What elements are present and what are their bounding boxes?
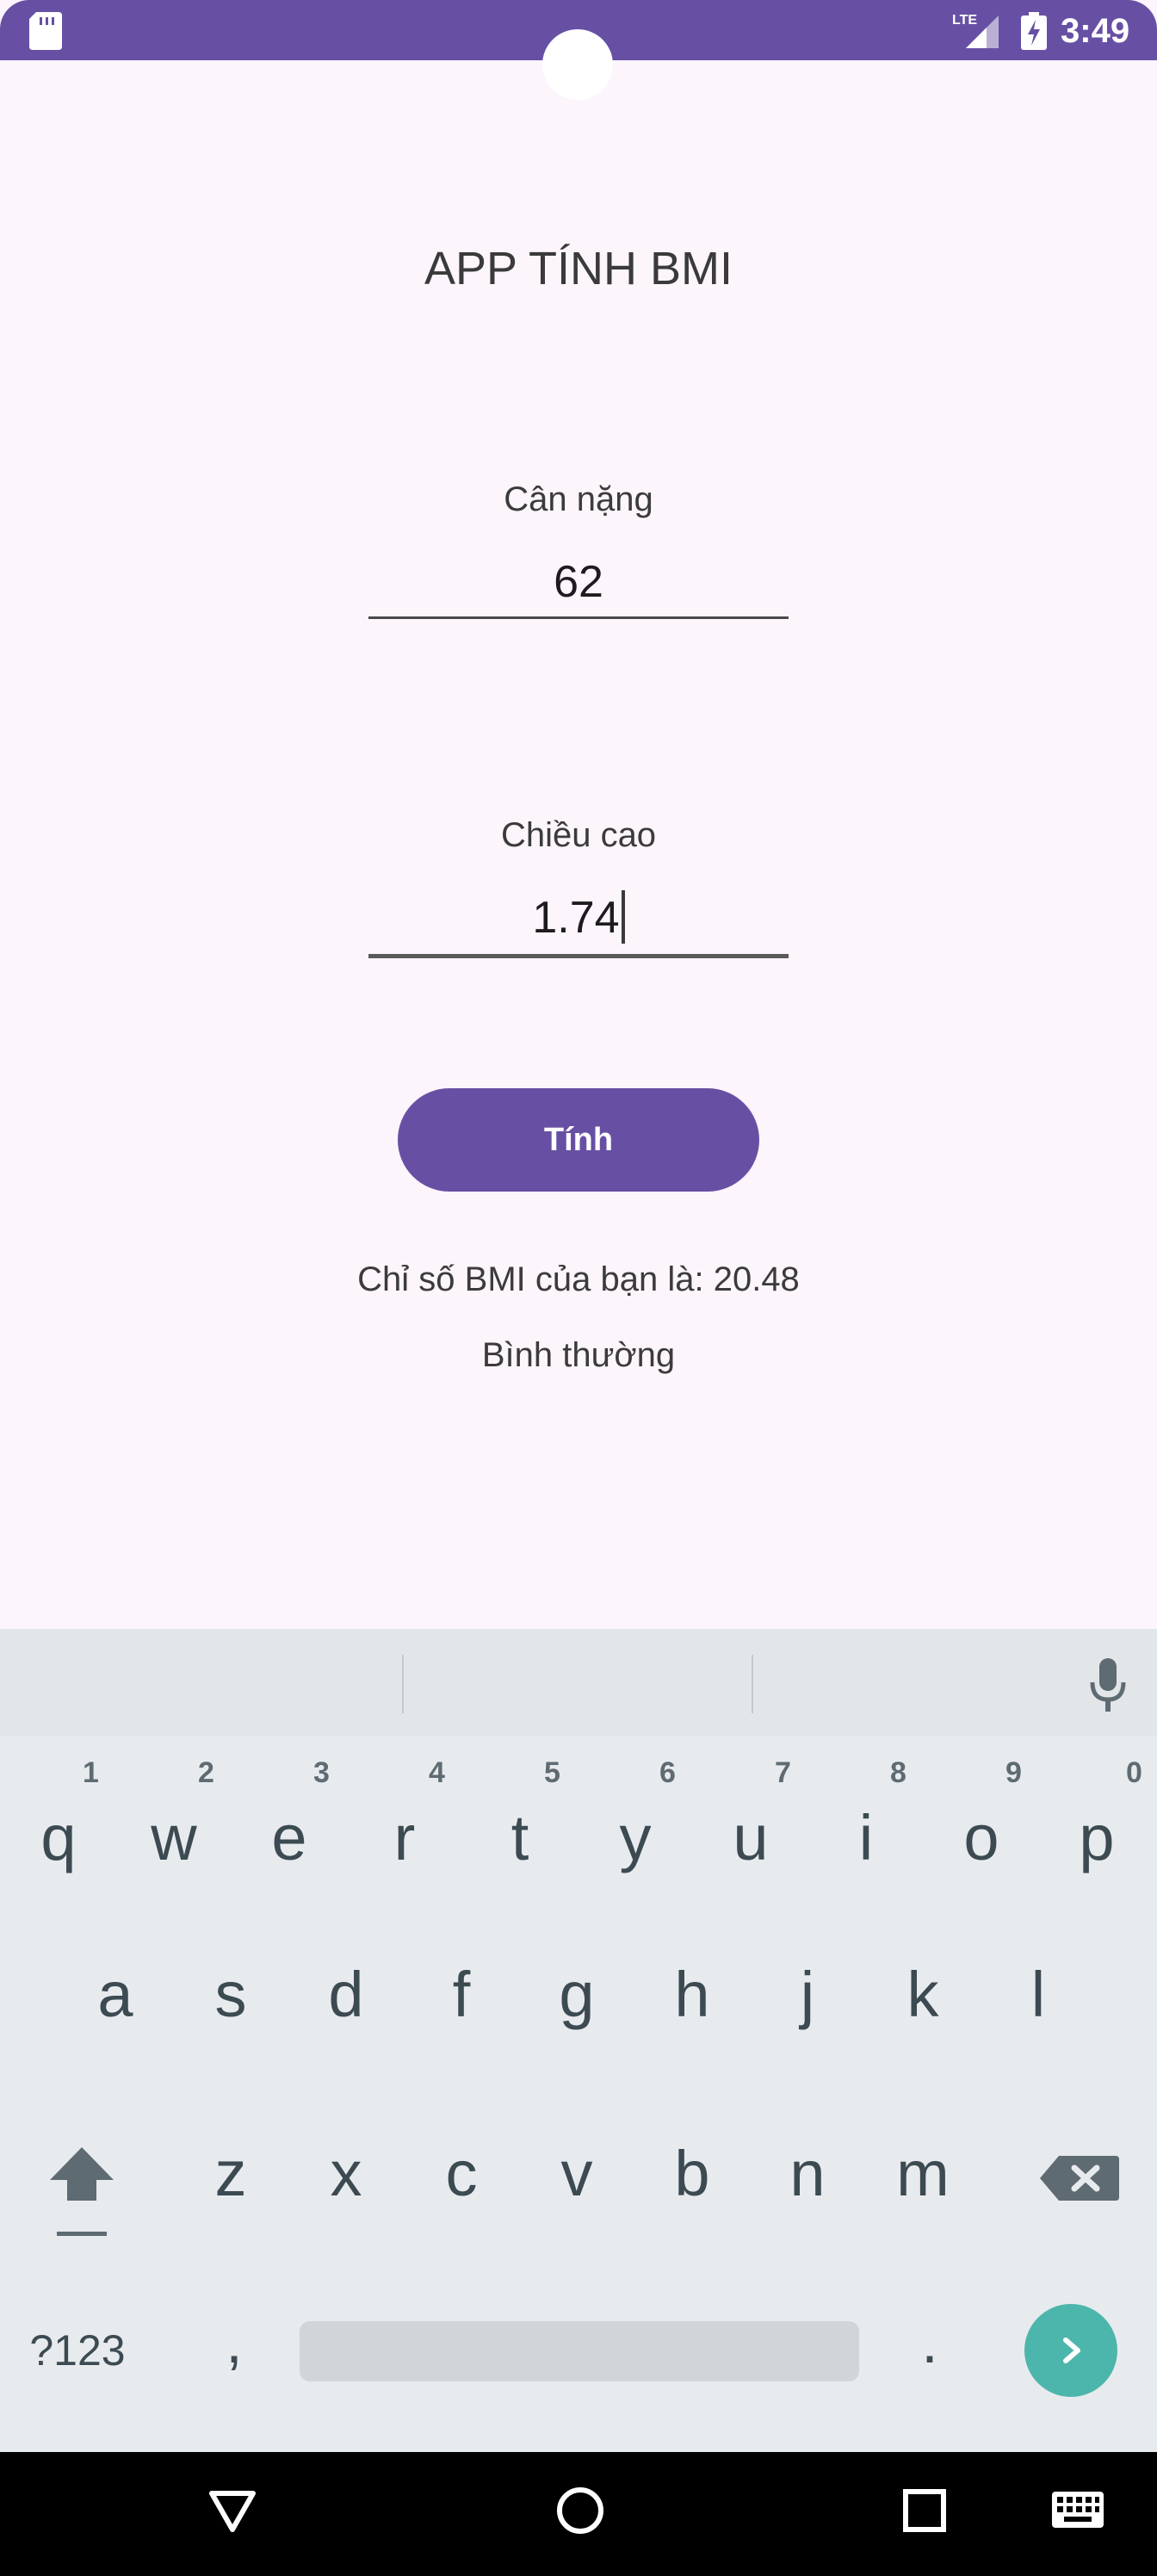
key-label: a (97, 1959, 133, 2030)
key-y[interactable]: 6 y (592, 1756, 678, 1903)
keyboard-switch-icon[interactable] (1050, 2490, 1105, 2533)
text-cursor (621, 890, 625, 944)
network-type-label: LTE (952, 13, 977, 28)
key-label: p (1079, 1802, 1115, 1873)
key-a[interactable]: a (72, 1956, 158, 2051)
status-clock: 3:49 (1061, 12, 1130, 50)
key-label: s (214, 1959, 247, 2030)
battery-charging-icon (1021, 12, 1047, 50)
key-d[interactable]: d (303, 1956, 389, 2051)
key-label: j (800, 1959, 815, 2030)
key-label: g (559, 1959, 595, 2030)
key-label: q (40, 1802, 77, 1873)
key-k[interactable]: k (880, 1956, 966, 2051)
key-label: x (330, 2138, 362, 2209)
key-label: o (963, 1802, 999, 1873)
key-hint: 9 (1005, 1756, 1022, 1789)
key-label: i (858, 1802, 874, 1873)
key-hint: 4 (429, 1756, 445, 1789)
key-hint: 3 (313, 1756, 330, 1789)
suggestion-divider (752, 1655, 753, 1713)
page-title: APP TÍNH BMI (424, 243, 733, 294)
key-t[interactable]: 5 t (477, 1756, 563, 1903)
shift-key[interactable] (34, 2135, 129, 2247)
key-i[interactable]: 8 i (823, 1756, 909, 1903)
bmi-result-text: Chỉ số BMI của bạn là: 20.48 (357, 1260, 800, 1298)
height-value: 1.74 (532, 893, 620, 943)
key-hint: 8 (890, 1756, 906, 1789)
weight-input[interactable]: 62 (368, 548, 789, 619)
space-key[interactable] (300, 2321, 859, 2381)
home-icon[interactable] (554, 2485, 606, 2536)
recents-icon[interactable] (899, 2485, 950, 2536)
comma-key[interactable]: , (191, 2307, 277, 2393)
key-f[interactable]: f (418, 1956, 504, 2051)
key-u[interactable]: 7 u (708, 1756, 794, 1903)
key-hint: 7 (775, 1756, 791, 1789)
signal-icon: LTE (952, 13, 999, 48)
enter-arrow-icon (1063, 2338, 1080, 2363)
key-l[interactable]: l (995, 1956, 1081, 2051)
key-n[interactable]: n (764, 2135, 851, 2230)
key-label: t (510, 1802, 529, 1873)
key-g[interactable]: g (534, 1956, 620, 2051)
key-p[interactable]: 0 p (1054, 1756, 1142, 1903)
weight-value: 62 (554, 557, 603, 607)
key-o[interactable]: 9 o (938, 1756, 1024, 1903)
key-hint: 5 (544, 1756, 560, 1789)
key-label: h (674, 1959, 710, 2030)
key-w[interactable]: 2 w (131, 1756, 217, 1903)
key-b[interactable]: b (649, 2135, 735, 2230)
key-label: d (328, 1959, 364, 2030)
camera-cutout (542, 29, 613, 100)
sd-card-icon (29, 12, 62, 50)
key-m[interactable]: m (880, 2135, 966, 2230)
key-hint: 2 (198, 1756, 214, 1789)
key-label: l (1030, 1959, 1046, 2030)
mic-icon[interactable] (1086, 1655, 1129, 1715)
backspace-icon (1040, 2156, 1119, 2201)
enter-key[interactable] (1024, 2304, 1117, 2397)
height-value-line: 1.74 (368, 883, 789, 952)
key-label: e (271, 1802, 307, 1873)
key-q[interactable]: 1 q (15, 1756, 102, 1903)
height-label: Chiều cao (500, 816, 657, 854)
key-label: v (560, 2138, 593, 2209)
calculate-button[interactable]: Tính (398, 1088, 759, 1192)
backspace-key[interactable] (1033, 2144, 1128, 2213)
key-c[interactable]: c (418, 2135, 504, 2230)
key-e[interactable]: 3 e (246, 1756, 332, 1903)
key-label: y (619, 1802, 652, 1873)
key-label: n (789, 2138, 826, 2209)
key-label: k (906, 1959, 939, 2030)
suggestion-bar (0, 1629, 1157, 1736)
back-icon[interactable] (207, 2485, 258, 2536)
key-j[interactable]: j (764, 1956, 851, 2051)
key-v[interactable]: v (534, 2135, 620, 2230)
key-label: r (393, 1802, 416, 1873)
key-x[interactable]: x (303, 2135, 389, 2230)
key-hint: 0 (1126, 1756, 1142, 1789)
suggestion-divider (402, 1655, 404, 1713)
key-h[interactable]: h (649, 1956, 735, 2051)
key-label: f (452, 1959, 471, 2030)
key-z[interactable]: z (188, 2135, 274, 2230)
key-s[interactable]: s (188, 1956, 274, 2051)
key-hint: 6 (659, 1756, 676, 1789)
bmi-status-text: Bình thường (481, 1336, 676, 1374)
key-label: z (214, 2138, 247, 2209)
symbols-key[interactable]: ?123 (17, 2318, 138, 2383)
key-label: b (674, 2138, 710, 2209)
key-hint: 1 (83, 1756, 99, 1789)
key-r[interactable]: 4 r (362, 1756, 448, 1903)
shift-icon (50, 2147, 114, 2236)
key-label: c (445, 2138, 478, 2209)
key-label: w (151, 1802, 197, 1873)
height-input[interactable]: 1.74 (368, 883, 789, 958)
period-key[interactable]: . (887, 2307, 973, 2393)
weight-label: Cân nặng (504, 480, 653, 518)
navigation-bar (0, 2452, 1157, 2576)
key-label: u (733, 1802, 769, 1873)
key-label: m (896, 2138, 950, 2209)
